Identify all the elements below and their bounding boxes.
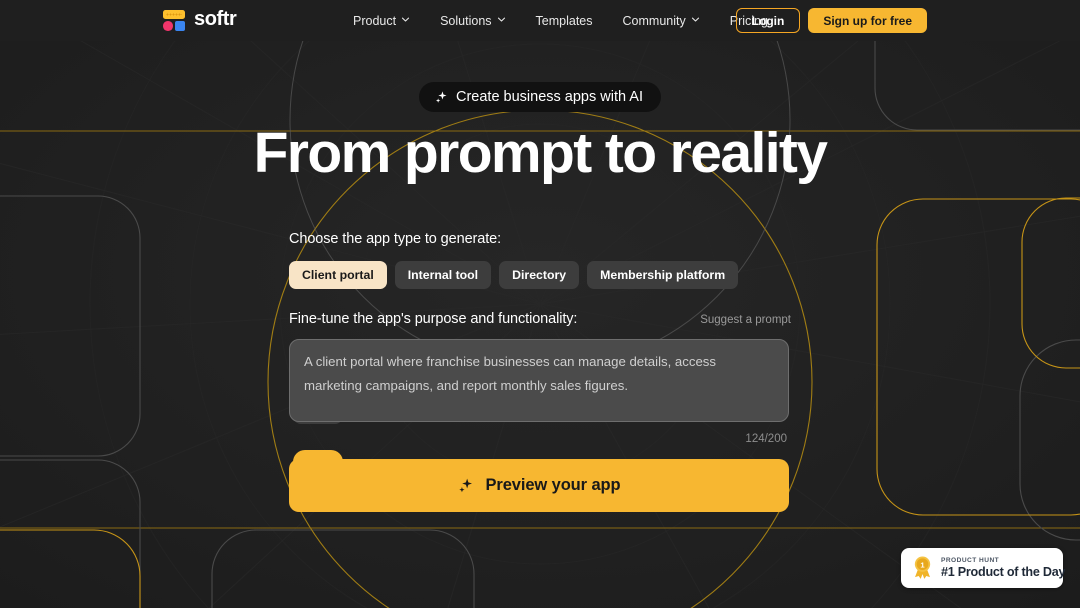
finetune-label: Fine-tune the app's purpose and function… [289,311,578,327]
page-title: From prompt to reality [253,121,828,185]
sparkle-icon [457,477,475,495]
app-type-chip-membership-platform[interactable]: Membership platform [587,261,739,289]
product-hunt-title: #1 Product of the Day [941,565,1066,579]
app-type-label: Choose the app type to generate: [289,231,502,247]
finetune-header-row: Fine-tune the app's purpose and function… [289,311,791,327]
svg-text:1: 1 [920,560,925,569]
chevron-down-icon [497,15,506,24]
nav-label: Templates [535,13,593,28]
login-button[interactable]: Login [735,8,801,33]
preview-button-label: Preview your app [485,476,621,494]
suggest-a-prompt-link[interactable]: Suggest a prompt [700,314,791,326]
chevron-down-icon [691,15,700,24]
sparkle-icon [434,90,449,105]
page-root: softr Product Solutions Templates Commun… [0,0,1080,608]
nav-item-solutions[interactable]: Solutions [425,0,520,41]
product-hunt-text: PRODUCT HUNT #1 Product of the Day [941,557,1065,579]
nav-label: Community [622,13,686,28]
app-type-chip-directory[interactable]: Directory [499,261,580,289]
character-counter: 124/200 [745,433,787,445]
hero-section: Create business apps with AI From prompt… [0,41,1080,184]
medal-icon: 1 [911,555,934,581]
nav-item-templates[interactable]: Templates [521,0,608,41]
chevron-down-icon [401,15,410,24]
softr-logo-icon [163,9,185,31]
main-nav: Product Solutions Templates Community Pr… [338,0,783,41]
prompt-input[interactable] [289,339,789,422]
app-type-chip-internal-tool[interactable]: Internal tool [394,261,492,289]
header-actions: Login Sign up for free [735,0,927,41]
nav-label: Solutions [440,13,492,28]
nav-item-community[interactable]: Community [608,0,715,41]
ai-badge[interactable]: Create business apps with AI [419,82,661,112]
ai-badge-label: Create business apps with AI [456,89,643,105]
product-hunt-badge[interactable]: 1 PRODUCT HUNT #1 Product of the Day [901,548,1065,588]
preview-your-app-button[interactable]: Preview your app [289,459,789,512]
signup-button[interactable]: Sign up for free [808,8,927,33]
nav-item-product[interactable]: Product [338,0,425,41]
app-type-chip-group: Client portal Internal tool Directory Me… [289,261,791,289]
app-type-chip-client-portal[interactable]: Client portal [289,261,387,289]
product-hunt-kicker: PRODUCT HUNT [941,557,1000,564]
app-generator-panel: Choose the app type to generate: Client … [289,231,791,512]
logo-text: softr [194,8,237,30]
site-header: softr Product Solutions Templates Commun… [0,0,1080,41]
nav-label: Product [353,13,397,28]
logo[interactable]: softr [163,8,237,31]
